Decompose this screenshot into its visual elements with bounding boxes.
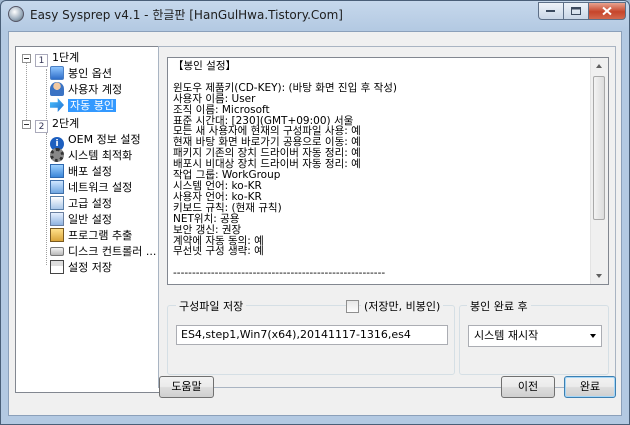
general-icon <box>50 212 64 226</box>
minimize-icon <box>546 10 555 12</box>
config-save-group: 구성파일 저장 (저장만, 비봉인) ES4,step1,Win7(x64),2… <box>167 298 455 375</box>
gear-icon <box>50 148 64 162</box>
log-scrollbar[interactable] <box>590 58 608 284</box>
finish-button[interactable]: 완료 <box>564 376 616 398</box>
chevron-down-icon <box>590 334 596 338</box>
tree-item-general[interactable]: 일반 설정 <box>50 212 112 228</box>
tree-item-deploy[interactable]: 배포 설정 <box>50 164 112 180</box>
settings-log[interactable]: 【봉인 설정】 윈도우 제품키(CD-KEY): (바탕 화면 진입 후 작성)… <box>167 57 609 285</box>
prev-button[interactable]: 이전 <box>501 376 555 398</box>
title-bar[interactable]: Easy Sysprep v4.1 - 한글판 [HanGulHwa.Tisto… <box>1 1 629 27</box>
tree-item-label: 네트워크 설정 <box>68 181 133 194</box>
tree-item-save-settings[interactable]: 설정 저장 <box>50 260 112 276</box>
tree-item-label: 프로그램 추출 <box>68 229 133 242</box>
tree-stage1[interactable]: 1 1단계 <box>35 50 80 67</box>
window-title: Easy Sysprep v4.1 - 한글판 [HanGulHwa.Tisto… <box>30 8 343 22</box>
tree-line <box>46 69 47 119</box>
tree-item-system-optimize[interactable]: 시스템 최적화 <box>50 148 132 164</box>
tree-item-label: 배포 설정 <box>68 165 112 178</box>
after-seal-value: 시스템 재시작 <box>474 329 539 342</box>
tree-item-auto-seal[interactable]: 자동 봉인 <box>50 98 116 114</box>
advanced-icon <box>50 196 64 210</box>
tree-item-label: 시스템 최적화 <box>68 149 133 162</box>
step-tree[interactable]: 1 1단계 봉인 옵션 사용자 계정 자동 봉인 2 2단계 i OEM 정보 설정 … <box>15 46 161 393</box>
tree-stage2[interactable]: 2 2단계 <box>35 116 80 133</box>
tree-item-label: 사용자 계정 <box>68 83 123 96</box>
network-icon <box>50 180 64 194</box>
chevron-up-icon <box>596 64 602 68</box>
collapse-stage2-icon[interactable] <box>22 120 31 129</box>
chevron-down-icon <box>596 274 602 278</box>
main-panel: 【봉인 설정】 윈도우 제품키(CD-KEY): (바탕 화면 진입 후 작성)… <box>158 46 616 388</box>
scroll-up-button[interactable] <box>591 58 607 74</box>
stage2-number: 2 <box>35 120 48 133</box>
after-seal-select[interactable]: 시스템 재시작 <box>468 325 602 347</box>
config-filename-field[interactable]: ES4,step1,Win7(x64),20141117-1316,es4 <box>176 325 448 345</box>
tree-item-label: 봉인 옵션 <box>68 67 112 80</box>
save-only-label[interactable]: (저장만, 비봉인) <box>361 298 444 314</box>
app-icon <box>8 6 24 22</box>
close-button[interactable] <box>588 2 626 20</box>
tree-line <box>26 63 27 128</box>
tree-item-user-account[interactable]: 사용자 계정 <box>50 82 122 98</box>
scroll-thumb[interactable] <box>593 76 605 220</box>
tree-item-label: 고급 설정 <box>68 197 112 210</box>
monitor-icon <box>50 66 64 80</box>
after-seal-label: 봉인 완료 후 <box>467 298 531 314</box>
stage2-label: 2단계 <box>52 117 80 130</box>
tree-item-label: 디스크 컨트롤러 ... <box>68 245 157 258</box>
close-icon <box>602 6 612 16</box>
maximize-icon <box>571 7 581 15</box>
deploy-icon <box>50 164 64 178</box>
config-save-label: 구성파일 저장 <box>176 298 247 314</box>
tree-line <box>46 133 47 265</box>
scroll-down-button[interactable] <box>591 268 607 284</box>
collapse-stage1-icon[interactable] <box>22 54 31 63</box>
stage1-label: 1단계 <box>52 51 80 64</box>
log-text: 【봉인 설정】 윈도우 제품키(CD-KEY): (바탕 화면 진입 후 작성)… <box>173 60 397 280</box>
disk-icon <box>50 247 64 256</box>
after-seal-group: 봉인 완료 후 시스템 재시작 <box>459 298 609 375</box>
tree-item-label: 설정 저장 <box>68 261 112 274</box>
tree-item-network[interactable]: 네트워크 설정 <box>50 180 132 196</box>
tree-item-oem-info[interactable]: i OEM 정보 설정 <box>50 132 141 151</box>
tree-item-label: 일반 설정 <box>68 213 112 226</box>
minimize-button[interactable] <box>538 2 564 20</box>
save-icon <box>50 260 64 274</box>
app-window: Easy Sysprep v4.1 - 한글판 [HanGulHwa.Tisto… <box>0 0 630 425</box>
program-icon <box>50 228 64 242</box>
tree-item-seal-options[interactable]: 봉인 옵션 <box>50 66 112 82</box>
maximize-button[interactable] <box>563 2 589 20</box>
tree-item-disk-controller[interactable]: 디스크 컨트롤러 ... <box>50 244 156 260</box>
tree-item-program-extract[interactable]: 프로그램 추출 <box>50 228 132 244</box>
tree-item-label: OEM 정보 설정 <box>68 133 141 146</box>
save-only-checkbox[interactable] <box>346 300 359 313</box>
tree-item-advanced[interactable]: 고급 설정 <box>50 196 112 212</box>
arrow-icon <box>50 98 64 112</box>
user-icon <box>50 82 64 96</box>
client-area: 1 1단계 봉인 옵션 사용자 계정 자동 봉인 2 2단계 i OEM 정보 설정 … <box>8 31 622 416</box>
stage1-number: 1 <box>35 54 48 67</box>
tree-item-label-selected: 자동 봉인 <box>68 99 116 112</box>
help-button[interactable]: 도움말 <box>159 376 214 398</box>
